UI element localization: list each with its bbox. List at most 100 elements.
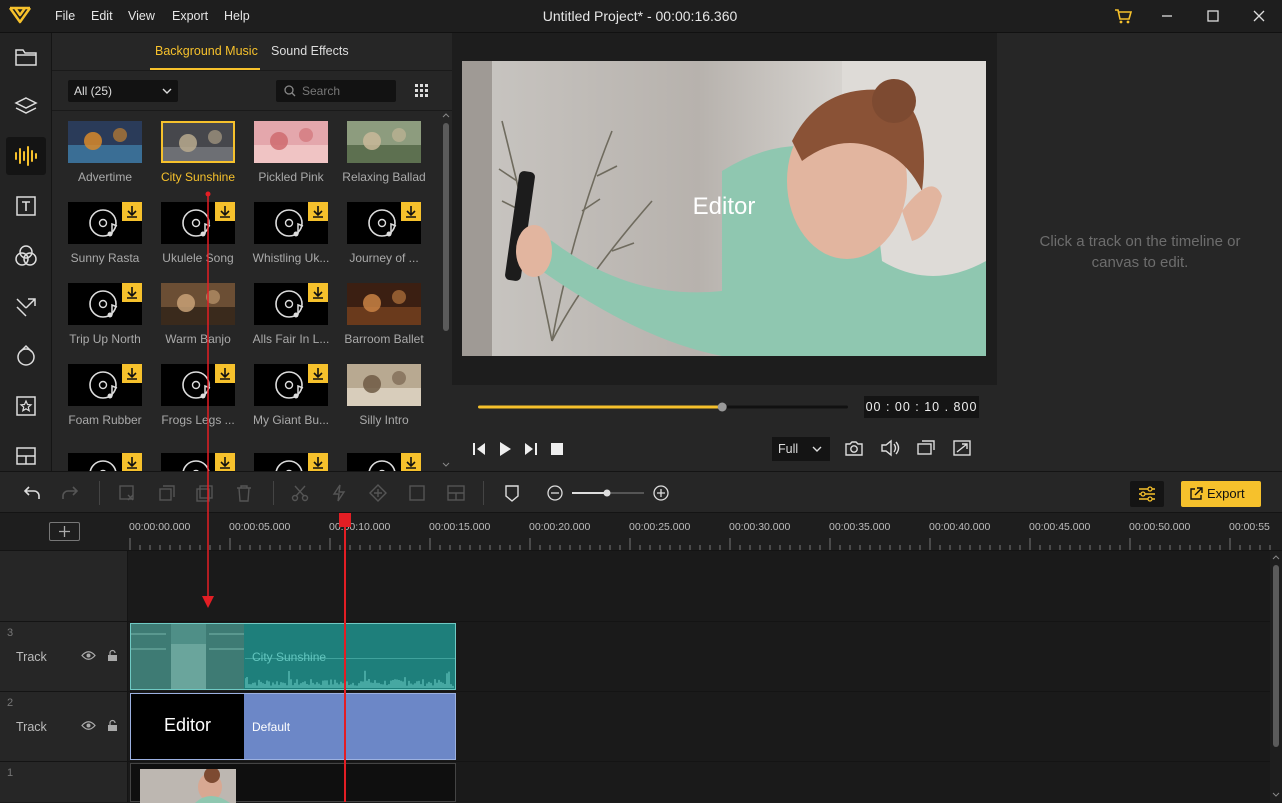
lock-icon[interactable]: [107, 649, 118, 662]
sidebar-item-transitions[interactable]: [6, 287, 46, 325]
sidebar-item-text[interactable]: [6, 187, 46, 225]
marker-icon[interactable]: [502, 483, 522, 503]
mosaic-icon[interactable]: [446, 483, 466, 503]
music-item[interactable]: Foam Rubber: [64, 364, 144, 434]
download-icon[interactable]: [122, 364, 142, 383]
track-label: Track: [16, 650, 47, 664]
sidebar-item-audio[interactable]: [6, 137, 46, 175]
music-item[interactable]: Relaxing Ballad: [342, 121, 426, 191]
export-label: Export: [1207, 486, 1245, 501]
lock-icon[interactable]: [107, 719, 118, 732]
playhead[interactable]: [344, 513, 346, 802]
download-icon[interactable]: [401, 202, 421, 221]
download-icon[interactable]: [308, 453, 328, 471]
zoom-slider[interactable]: [572, 488, 644, 498]
eye-icon[interactable]: [81, 650, 96, 661]
tab-background-music[interactable]: Background Music: [155, 44, 258, 58]
sidebar-item-filters[interactable]: [6, 237, 46, 275]
stop-icon[interactable]: [550, 442, 564, 456]
cart-icon[interactable]: [1112, 6, 1134, 26]
music-item[interactable]: Whistling Uk...: [250, 202, 330, 272]
maximize-icon[interactable]: [1202, 6, 1224, 26]
download-icon[interactable]: [122, 453, 142, 471]
category-filter-select[interactable]: All (25): [68, 80, 178, 102]
music-item[interactable]: [343, 453, 423, 471]
timeline-ruler[interactable]: 00:00:00.000 00:00:05.000 00:00:10.000 00:0…: [0, 513, 1282, 551]
undo-icon[interactable]: [22, 483, 42, 503]
minimize-icon[interactable]: [1156, 6, 1178, 26]
music-item[interactable]: Silly Intro: [343, 364, 423, 434]
pip-icon[interactable]: [916, 439, 936, 457]
music-item[interactable]: Frogs Legs ...: [157, 364, 237, 434]
music-item[interactable]: Ukulele Song: [157, 202, 237, 272]
music-item-label: Silly Intro: [359, 413, 409, 427]
fullscreen-icon[interactable]: [952, 439, 972, 457]
download-icon[interactable]: [122, 283, 142, 302]
library-scrollbar[interactable]: [442, 111, 450, 471]
crop-icon[interactable]: [407, 483, 427, 503]
preview-progress-slider[interactable]: [478, 400, 848, 414]
volume-icon[interactable]: [880, 439, 900, 457]
download-icon[interactable]: [215, 364, 235, 383]
timeline-scrollbar[interactable]: [1270, 551, 1282, 802]
delete-gap-icon[interactable]: [117, 483, 137, 503]
next-frame-icon[interactable]: [524, 441, 538, 457]
sidebar-item-overlays[interactable]: [6, 337, 46, 375]
sidebar-item-media[interactable]: [6, 38, 46, 76]
timecode-display[interactable]: 00 : 00 : 10 . 800: [864, 396, 979, 418]
speed-icon[interactable]: [329, 483, 349, 503]
copy-icon[interactable]: [157, 483, 177, 503]
music-clip[interactable]: City Sunshine: [130, 623, 456, 690]
previous-frame-icon[interactable]: [472, 441, 486, 457]
music-item[interactable]: Advertime: [64, 121, 144, 191]
menu-help[interactable]: Help: [224, 9, 250, 23]
music-item[interactable]: [250, 453, 330, 471]
music-item[interactable]: Sunny Rasta: [64, 202, 144, 272]
text-clip[interactable]: Editor Default: [130, 693, 456, 760]
menu-edit[interactable]: Edit: [91, 9, 113, 23]
split-icon[interactable]: [290, 483, 310, 503]
grid-view-icon[interactable]: [414, 83, 430, 99]
zoom-select[interactable]: Full: [772, 437, 830, 461]
menu-view[interactable]: View: [128, 9, 155, 23]
keyframe-icon[interactable]: [368, 483, 388, 503]
export-button[interactable]: Export: [1181, 481, 1261, 507]
sidebar-item-elements[interactable]: [6, 387, 46, 425]
timeline-settings-button[interactable]: [1130, 481, 1164, 507]
music-item[interactable]: Journey of ...: [343, 202, 423, 272]
music-item[interactable]: My Giant Bu...: [250, 364, 330, 434]
menu-file[interactable]: File: [55, 9, 75, 23]
download-icon[interactable]: [401, 453, 421, 471]
music-item[interactable]: Alls Fair In L...: [250, 283, 330, 353]
download-icon[interactable]: [215, 202, 235, 221]
download-icon[interactable]: [308, 283, 328, 302]
music-item-label: My Giant Bu...: [252, 413, 330, 427]
zoom-in-icon[interactable]: [651, 483, 671, 503]
close-icon[interactable]: [1248, 6, 1270, 26]
video-canvas[interactable]: Editor: [462, 61, 986, 356]
sidebar-item-templates[interactable]: [6, 437, 46, 475]
eye-icon[interactable]: [81, 720, 96, 731]
download-icon[interactable]: [215, 453, 235, 471]
redo-icon[interactable]: [60, 483, 80, 503]
download-icon[interactable]: [122, 202, 142, 221]
music-item[interactable]: Pickled Pink: [250, 121, 330, 191]
play-icon[interactable]: [498, 441, 512, 457]
download-icon[interactable]: [308, 364, 328, 383]
music-item[interactable]: Barroom Ballet: [343, 283, 424, 353]
search-input[interactable]: Search: [276, 80, 396, 102]
menu-export[interactable]: Export: [172, 9, 208, 23]
music-item[interactable]: Trip Up North: [64, 283, 144, 353]
trash-icon[interactable]: [234, 483, 254, 503]
playhead-handle[interactable]: [339, 513, 351, 527]
zoom-out-icon[interactable]: [545, 483, 565, 503]
snapshot-icon[interactable]: [844, 439, 864, 457]
video-clip[interactable]: [130, 763, 456, 803]
music-item[interactable]: [64, 453, 144, 471]
download-icon[interactable]: [308, 202, 328, 221]
music-item[interactable]: Warm Banjo: [157, 283, 237, 353]
sidebar-item-layers[interactable]: [6, 88, 46, 126]
music-item[interactable]: City Sunshine: [157, 121, 237, 191]
music-item[interactable]: [157, 453, 237, 471]
tab-sound-effects[interactable]: Sound Effects: [271, 44, 349, 58]
